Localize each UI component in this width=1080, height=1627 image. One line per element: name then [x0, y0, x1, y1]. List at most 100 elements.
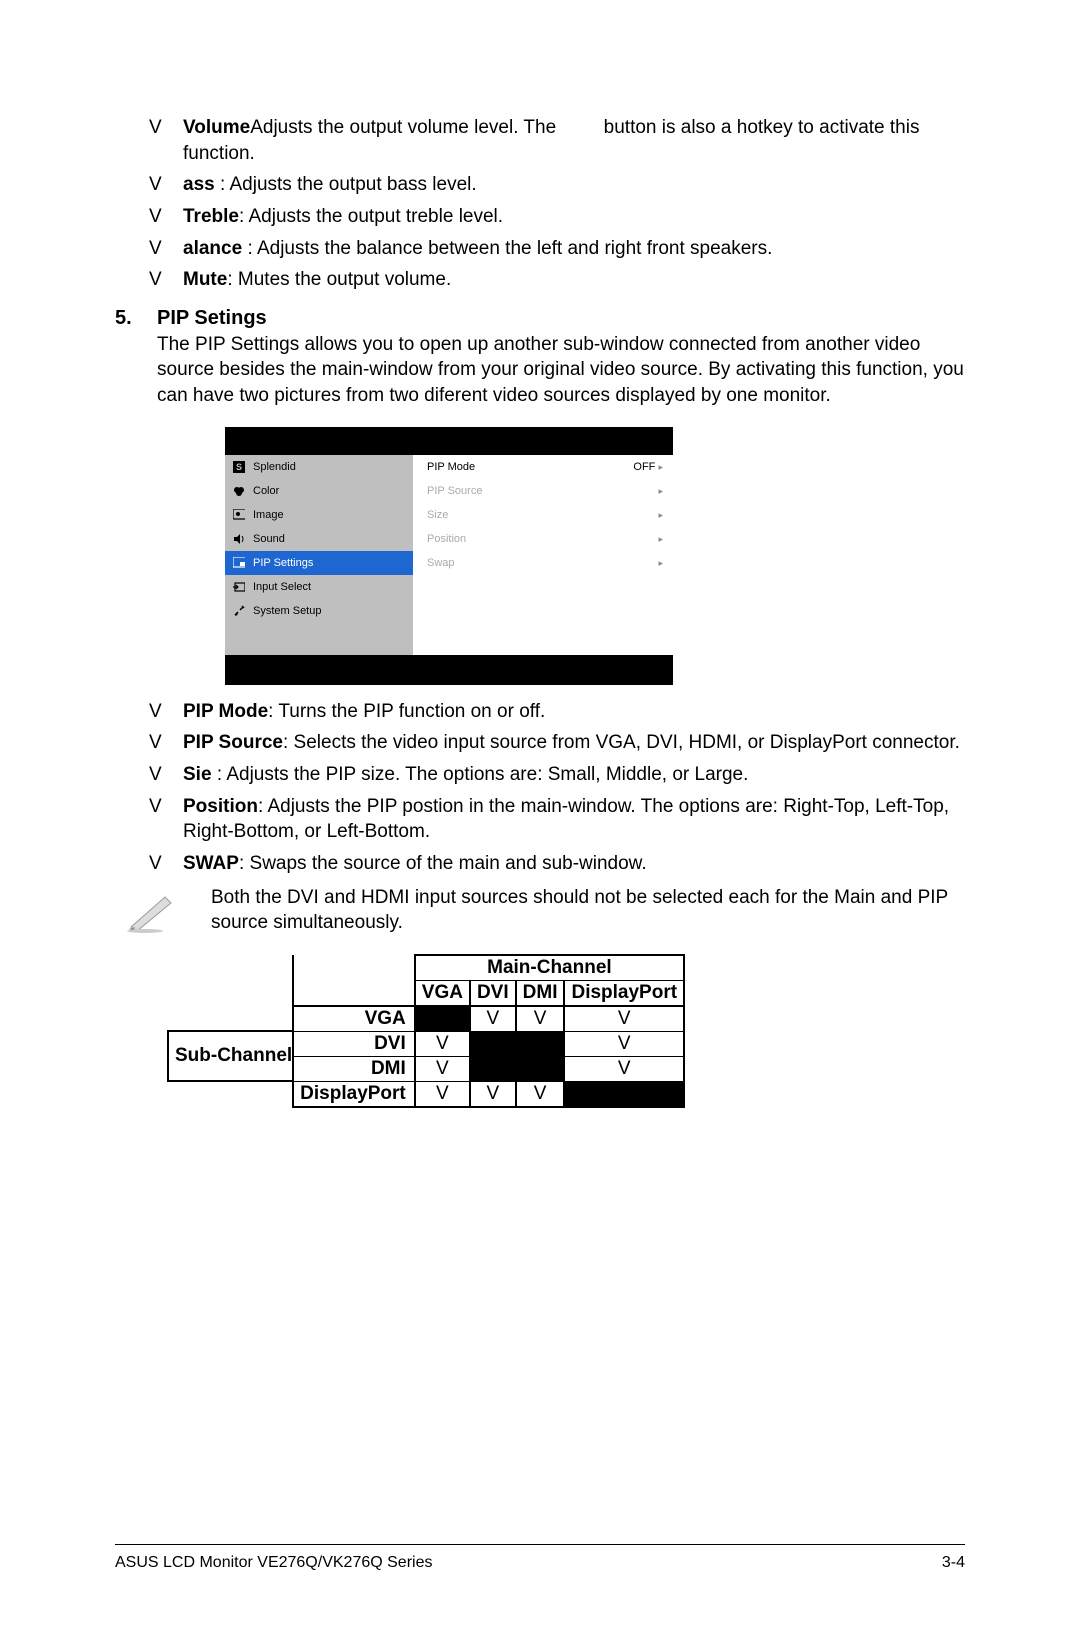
osd-submenu-label: PIP Source [427, 485, 482, 497]
bullet-sep: : [220, 174, 230, 195]
sub-channel-header: Sub-Channel [168, 1031, 293, 1081]
bullet-symbol: V [149, 172, 183, 198]
bullet-item: VPIP Mode: Turns the PIP function on or … [149, 699, 965, 725]
bullet-label: PIP Source [183, 732, 283, 753]
osd-submenu-item: Size ▸ [413, 503, 673, 527]
main-channel-header: Main-Channel [415, 955, 684, 981]
footer-right: 3-4 [942, 1554, 965, 1572]
section-paragraph: The PIP Settings allows you to open up a… [157, 332, 965, 409]
compatibility-matrix: Main-ChannelVGADVIDMIDisplayPortVGAVVVSu… [167, 954, 965, 1108]
matrix-cell-blocked [516, 1031, 565, 1056]
bullet-symbol: V [149, 794, 183, 845]
bullet-symbol: V [149, 115, 183, 166]
osd-submenu: PIP ModeOFF ▸PIP Source▸Size▸Position▸Sw… [413, 455, 673, 655]
bullet-sep: : [239, 206, 249, 227]
bullet-label: Sie [183, 764, 217, 785]
osd-menu-label: PIP Settings [253, 557, 313, 569]
bullet-item: VSWAP: Swaps the source of the main and … [149, 851, 965, 877]
chevron-right-icon: ▸ [658, 558, 663, 568]
matrix-cell-blocked [470, 1031, 516, 1056]
bullet-text: Adjusts the output treble level. [249, 206, 504, 227]
footer: ASUS LCD Monitor VE276Q/VK276Q Series 3-… [115, 1554, 965, 1572]
osd-submenu-label: Size [427, 509, 448, 521]
sound-icon [233, 533, 245, 545]
bullet-treble: V Treble: Adjusts the output treble leve… [149, 204, 965, 230]
bullet-text: Adjusts the output bass level. [230, 174, 477, 195]
matrix-cell-blocked [415, 1006, 470, 1032]
matrix-cell: V [564, 1031, 684, 1056]
section-number: 5. [115, 307, 157, 330]
osd-submenu-item: PIP Source ▸ [413, 479, 673, 503]
matrix-cell-blocked [516, 1056, 565, 1081]
col-header: DisplayPort [564, 980, 684, 1006]
chevron-right-icon: ▸ [658, 486, 663, 496]
row-header: DMI [293, 1056, 415, 1081]
matrix-cell: V [470, 1006, 516, 1032]
bullet-text: Selects the video input source from VGA,… [294, 732, 960, 753]
osd-menu-item: SSplendid [225, 455, 413, 479]
osd-menu-item: Sound [225, 527, 413, 551]
osd-submenu-label: Position [427, 533, 466, 545]
footer-left: ASUS LCD Monitor VE276Q/VK276Q Series [115, 1554, 432, 1572]
matrix-cell: V [516, 1006, 565, 1032]
bullet-bass: V ass : Adjusts the output bass level. [149, 172, 965, 198]
bullet-text: Adjusts the PIP postion in the main-wind… [183, 796, 949, 843]
bullet-symbol: V [149, 267, 183, 293]
osd-menu-label: Splendid [253, 461, 296, 473]
osd-menu-label: System Setup [253, 605, 321, 617]
bullet-label: Mute [183, 269, 227, 290]
section-title: PIP Setings [157, 307, 267, 330]
matrix-cell-blocked [564, 1081, 684, 1107]
bullet-volume: V VolumeAdjusts the output volume level.… [149, 115, 965, 166]
osd-submenu-label: PIP Mode [427, 461, 475, 473]
chevron-right-icon: ▸ [658, 462, 663, 472]
color-icon [233, 485, 245, 497]
bullet-balance: V alance : Adjusts the balance between t… [149, 236, 965, 262]
bullet-sep: : [227, 269, 238, 290]
osd-submenu-item: Position ▸ [413, 527, 673, 551]
osd-menu: SSplendidColorImageSoundPIP SettingsInpu… [225, 455, 413, 655]
chevron-right-icon: ▸ [658, 534, 663, 544]
chevron-right-icon: ▸ [658, 510, 663, 520]
bullet-label: ass [183, 174, 220, 195]
sound-bullets: V VolumeAdjusts the output volume level.… [149, 115, 965, 293]
bullet-text: Adjusts the balance between the left and… [257, 238, 772, 259]
matrix-cell: V [415, 1081, 470, 1107]
osd-submenu-item: Swap▸ [413, 551, 673, 575]
matrix-cell: V [516, 1081, 565, 1107]
osd-menu-label: Sound [253, 533, 285, 545]
note: Both the DVI and HDMI input sources shou… [115, 885, 965, 936]
bullet-symbol: V [149, 699, 183, 725]
footer-rule [115, 1544, 965, 1545]
bullet-label: alance [183, 238, 247, 259]
bullet-text-a: Adjusts the output volume level. The [250, 117, 561, 138]
bullet-symbol: V [149, 730, 183, 756]
bullet-item: VSie : Adjusts the PIP size. The options… [149, 762, 965, 788]
osd-menu-item: Image [225, 503, 413, 527]
bullet-mute: V Mute: Mutes the output volume. [149, 267, 965, 293]
pip-icon [233, 557, 245, 569]
bullet-item: VPIP Source: Selects the video input sou… [149, 730, 965, 756]
bullet-label: Treble [183, 206, 239, 227]
row-header: DisplayPort [293, 1081, 415, 1107]
matrix-cell: V [470, 1081, 516, 1107]
bullet-label: Volume [183, 117, 250, 138]
note-text: Both the DVI and HDMI input sources shou… [187, 885, 965, 936]
bullet-label: SWAP [183, 853, 239, 874]
matrix-cell: V [415, 1031, 470, 1056]
bullet-text: Turns the PIP function on or off. [278, 701, 545, 722]
matrix-cell: V [415, 1056, 470, 1081]
bullet-item: VPosition: Adjusts the PIP postion in th… [149, 794, 965, 845]
col-header: VGA [415, 980, 470, 1006]
osd-menu-label: Input Select [253, 581, 311, 593]
image-icon [233, 509, 245, 521]
setup-icon [233, 605, 245, 617]
bullet-sep: : [247, 238, 257, 259]
bullet-symbol: V [149, 851, 183, 877]
osd-value: OFF [633, 461, 658, 473]
osd-submenu-item: PIP Mode OFF ▸ [413, 455, 673, 479]
osd-menu-label: Image [253, 509, 284, 521]
bullet-label: PIP Mode [183, 701, 268, 722]
col-header: DMI [516, 980, 565, 1006]
bullet-label: Position [183, 796, 258, 817]
